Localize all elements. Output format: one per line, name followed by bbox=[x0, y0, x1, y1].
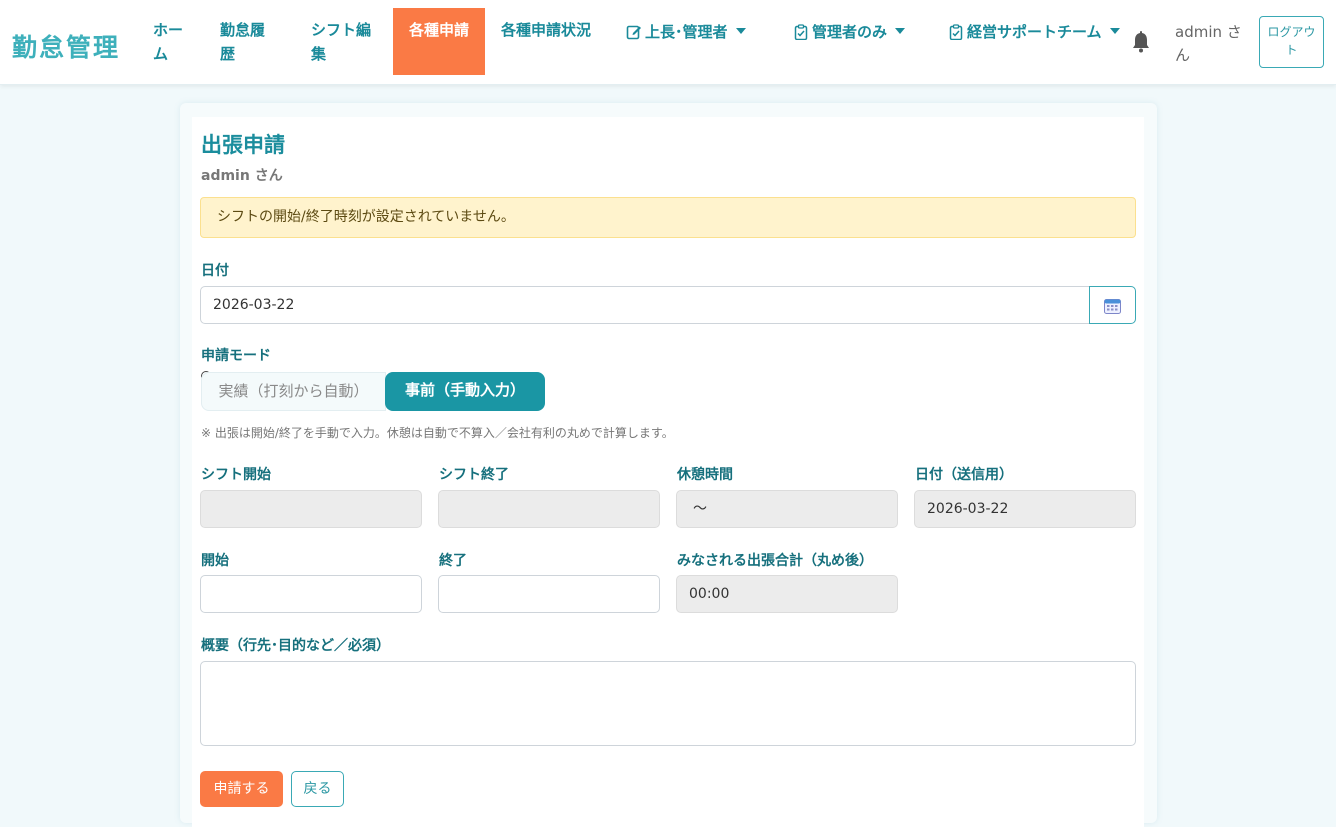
nav-dropdown-supervisor[interactable]: 上長･管理者 bbox=[626, 20, 746, 44]
shift-end-field bbox=[438, 490, 660, 528]
nav-applications[interactable]: 各種申請 bbox=[393, 8, 485, 75]
end-label: 終了 bbox=[439, 553, 467, 569]
warning-alert: シフトの開始/終了時刻が設定されていません。 bbox=[200, 197, 1136, 238]
nav-dropdown-support-team[interactable]: 経営サポートチーム bbox=[948, 20, 1120, 44]
shift-start-field bbox=[200, 490, 422, 528]
top-navbar: 勤怠管理 ホーム 勤怠履歴 シフト編集 各種申請 各種申請状況 上長･管理者 管… bbox=[0, 0, 1336, 85]
nav-attendance-history[interactable]: 勤怠履歴 bbox=[212, 8, 286, 75]
start-label: 開始 bbox=[201, 553, 229, 569]
clipboard-check-icon bbox=[793, 23, 812, 41]
mode-note: ※ 出張は開始/終了を手動で入力。休憩は自動で不算入／会社有利の丸めで計算します… bbox=[201, 426, 674, 440]
mode-label: 申請モード bbox=[201, 348, 271, 364]
mode-actual-button[interactable]: 実績（打刻から自動） bbox=[201, 372, 386, 411]
send-date-label: 日付（送信用） bbox=[915, 467, 1013, 483]
nav-dropdown-admin-only[interactable]: 管理者のみ bbox=[793, 20, 906, 44]
chevron-down-icon bbox=[1109, 28, 1120, 34]
break-time-field: 〜 bbox=[676, 490, 898, 528]
current-user: admin さん bbox=[1175, 23, 1242, 64]
shift-end-label: シフト終了 bbox=[439, 467, 509, 483]
start-time-input[interactable] bbox=[200, 575, 422, 613]
total-label: みなされる出張合計（丸め後） bbox=[677, 553, 873, 569]
edit-icon bbox=[626, 23, 645, 41]
nav-dropdown-supervisor-label: 上長･管理者 bbox=[645, 23, 728, 41]
brand-logo[interactable]: 勤怠管理 bbox=[12, 28, 120, 64]
clipboard-check-icon bbox=[948, 23, 967, 41]
nav-home[interactable]: ホーム bbox=[145, 8, 197, 75]
send-date-field: 2026-03-22 bbox=[914, 490, 1136, 528]
nav-application-status[interactable]: 各種申請状況 bbox=[493, 8, 603, 75]
summary-textarea[interactable] bbox=[200, 661, 1136, 746]
nav-shift-edit[interactable]: シフト編集 bbox=[303, 8, 381, 75]
back-button[interactable]: 戻る bbox=[291, 771, 344, 807]
chevron-down-icon bbox=[895, 28, 906, 34]
end-time-input[interactable] bbox=[438, 575, 660, 613]
date-label: 日付 bbox=[201, 263, 229, 279]
nav-dropdown-admin-only-label: 管理者のみ bbox=[812, 23, 888, 41]
calendar-button[interactable] bbox=[1089, 286, 1136, 324]
total-field: 00:00 bbox=[676, 575, 898, 613]
submit-button[interactable]: 申請する bbox=[200, 771, 283, 807]
date-input[interactable]: 2026-03-22 bbox=[200, 286, 1090, 324]
nav-dropdown-support-team-label: 経営サポートチーム bbox=[967, 23, 1102, 41]
shift-start-label: シフト開始 bbox=[201, 467, 271, 483]
bell-icon[interactable] bbox=[1131, 31, 1151, 57]
page-subtitle: admin さん bbox=[201, 168, 283, 184]
break-time-label: 休憩時間 bbox=[677, 467, 733, 483]
mode-manual-button[interactable]: 事前（手動入力） bbox=[385, 372, 545, 411]
chevron-down-icon bbox=[735, 28, 746, 34]
page-title: 出張申請 bbox=[201, 133, 285, 157]
logout-button[interactable]: ログアウト bbox=[1259, 16, 1324, 68]
summary-label: 概要（行先･目的など／必須） bbox=[201, 638, 390, 654]
